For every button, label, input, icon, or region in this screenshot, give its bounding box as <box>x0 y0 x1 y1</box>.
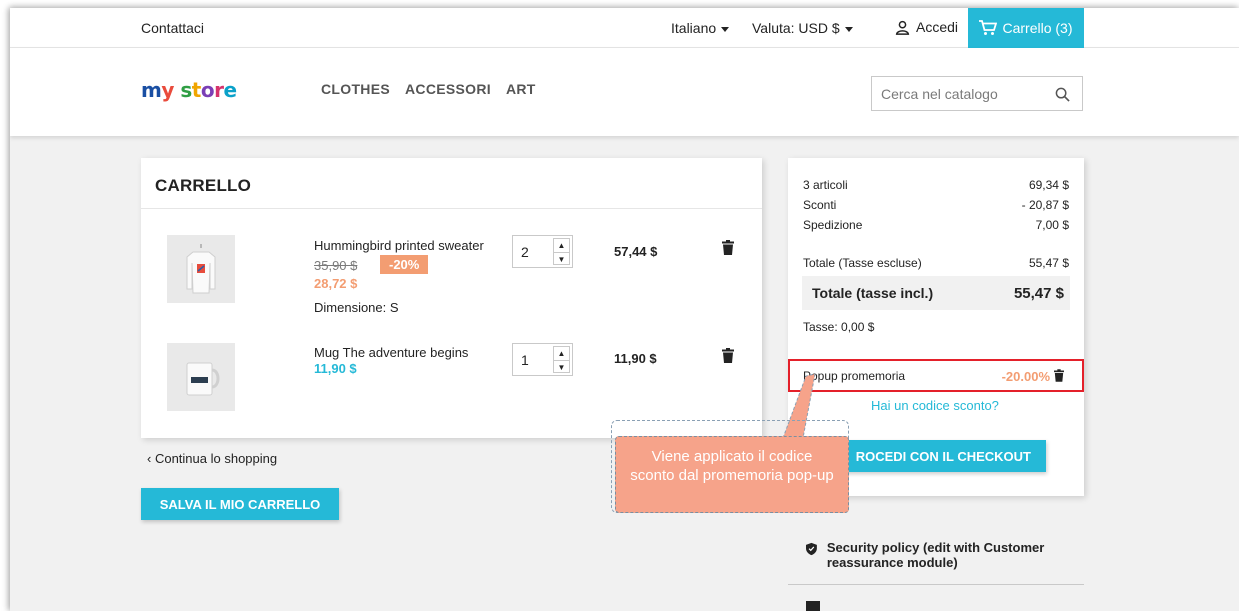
have-promo-code-link[interactable]: Hai un codice sconto? <box>871 398 999 413</box>
decrement-icon[interactable]: ▼ <box>554 252 569 265</box>
page-frame: Contattaci Italiano Valuta: USD $ Accedi… <box>10 8 1239 611</box>
line-total: 57,44 $ <box>614 244 658 259</box>
nav-item-accessori[interactable]: ACCESSORI <box>405 81 491 97</box>
reassurance-item-security: Security policy (edit with Customer reas… <box>788 536 1084 580</box>
search-placeholder: Cerca nel catalogo <box>881 86 998 102</box>
truck-icon <box>806 601 820 611</box>
quantity-stepper[interactable]: 2 ▲ ▼ <box>512 235 573 268</box>
summary-row-total-incl: Totale (tasse incl.) 55,47 $ <box>802 276 1070 310</box>
reassurance-item-next <box>788 585 1084 611</box>
reassurance-block: Security policy (edit with Customer reas… <box>788 536 1084 611</box>
cart-title: CARRELLO <box>155 176 252 195</box>
callout-text: Viene applicato il codice sconto dal pro… <box>630 448 834 484</box>
trash-icon[interactable] <box>722 348 734 363</box>
product-price: 28,72 $ <box>314 276 358 291</box>
discount-badge: -20% <box>380 255 429 274</box>
product-attribute: Dimensione: S <box>314 300 399 315</box>
language-selector[interactable]: Italiano <box>671 20 730 36</box>
currency-selector[interactable]: Valuta: USD $ <box>752 20 853 36</box>
nav-item-clothes[interactable]: CLOTHES <box>321 81 390 97</box>
quantity-value: 1 <box>521 352 529 368</box>
product-thumbnail-mug[interactable] <box>167 343 235 411</box>
applied-voucher: Popup promemoria -20.00% <box>788 359 1084 392</box>
summary-row-discounts: Sconti - 20,87 $ <box>803 198 1069 212</box>
summary-row-shipping: Spedizione 7,00 $ <box>803 218 1069 232</box>
save-cart-button[interactable]: SALVA IL MIO CARRELLO <box>141 488 339 520</box>
contact-link[interactable]: Contattaci <box>141 20 204 36</box>
login-link[interactable]: Accedi <box>895 19 958 35</box>
top-bar: Contattaci Italiano Valuta: USD $ Accedi… <box>10 8 1239 48</box>
chevron-left-icon: ‹ <box>147 451 155 466</box>
decrement-icon[interactable]: ▼ <box>554 360 569 373</box>
continue-shopping-label: Continua lo shopping <box>154 451 278 466</box>
cart-count-label: Carrello (3) <box>1002 20 1073 36</box>
language-label: Italiano <box>671 20 717 36</box>
callout-bubble: Viene applicato il codice sconto dal pro… <box>615 436 849 513</box>
continue-shopping-link[interactable]: ‹ Continua lo shopping <box>147 451 277 466</box>
sweater-image <box>186 244 216 294</box>
nav-item-art[interactable]: ART <box>506 81 536 97</box>
increment-icon[interactable]: ▲ <box>554 347 569 360</box>
divider <box>141 208 762 209</box>
product-old-price: 35,90 $ <box>314 258 358 273</box>
product-name-link[interactable]: Hummingbird printed sweater <box>314 238 484 253</box>
search-icon[interactable] <box>1055 87 1070 102</box>
login-label: Accedi <box>916 19 959 35</box>
reassurance-security-text: Security policy (edit with Customer reas… <box>826 540 1045 570</box>
cart-button[interactable]: Carrello (3) <box>968 8 1084 48</box>
trash-icon[interactable] <box>722 240 734 255</box>
voucher-value: -20.00% <box>1001 369 1050 384</box>
summary-taxes: Tasse: 0,00 $ <box>803 320 875 334</box>
quantity-stepper[interactable]: 1 ▲ ▼ <box>512 343 573 376</box>
increment-icon[interactable]: ▲ <box>554 239 569 252</box>
product-thumbnail-sweater[interactable] <box>167 235 235 303</box>
trash-icon[interactable] <box>1054 369 1064 382</box>
chevron-down-icon <box>721 26 730 32</box>
currency-label: Valuta: USD $ <box>752 20 840 36</box>
user-icon <box>895 20 910 35</box>
store-logo[interactable]: my store <box>141 78 237 102</box>
quantity-value: 2 <box>521 244 529 260</box>
main-nav: CLOTHES ACCESSORI ART <box>321 81 536 97</box>
checkout-button[interactable]: ROCEDI CON IL CHECKOUT <box>820 440 1046 472</box>
site-header: my store CLOTHES ACCESSORI ART Cerca nel… <box>10 48 1239 136</box>
shopping-cart-icon <box>979 20 998 35</box>
cart-panel: CARRELLO Hummingbird printed sweater 35,… <box>141 158 762 438</box>
mug-image <box>186 362 220 396</box>
chevron-down-icon <box>844 26 853 32</box>
shield-icon <box>806 542 817 556</box>
line-total: 11,90 $ <box>614 351 657 366</box>
search-input[interactable]: Cerca nel catalogo <box>871 76 1083 111</box>
annotation-callout: Viene applicato il codice sconto dal pro… <box>611 374 849 513</box>
summary-row-total-excl: Totale (Tasse escluse) 55,47 $ <box>803 256 1069 270</box>
product-price: 11,90 $ <box>314 361 357 376</box>
summary-row-items: 3 articoli 69,34 $ <box>803 178 1069 192</box>
product-name-link[interactable]: Mug The adventure begins <box>314 345 468 360</box>
